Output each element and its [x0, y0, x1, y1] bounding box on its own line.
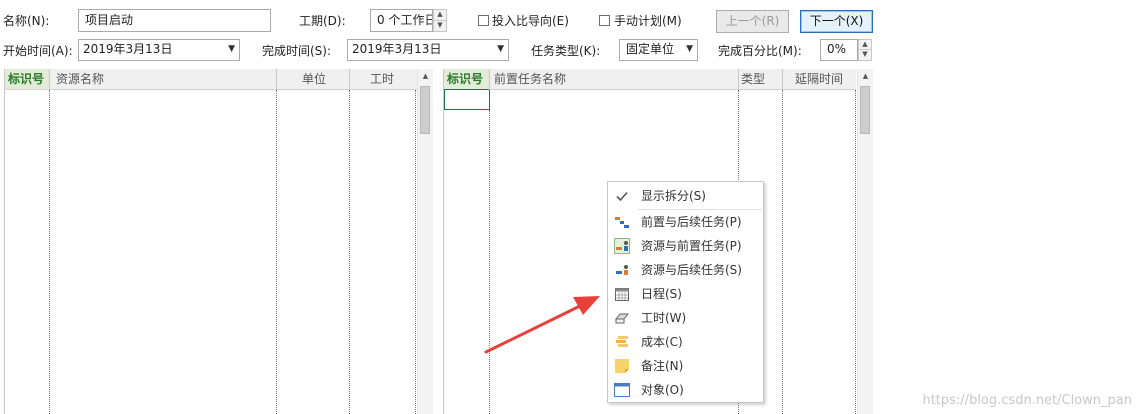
work-icon	[614, 313, 630, 324]
resources-predecessors-icon	[614, 238, 630, 254]
menu-item-work[interactable]: 工时(W)	[609, 306, 762, 330]
annotation-arrow	[484, 296, 600, 354]
predecessors-successors-icon	[615, 217, 629, 228]
menu-item-show-split[interactable]: 显示拆分(S)	[609, 184, 762, 208]
menu-item-notes[interactable]: 备注(N)	[609, 354, 762, 378]
resources-successors-icon	[616, 265, 628, 275]
menu-item-resources-predecessors[interactable]: 资源与前置任务(P)	[609, 234, 762, 258]
notes-icon	[615, 359, 629, 373]
menu-item-label: 资源与后续任务(S)	[641, 263, 742, 277]
menu-item-label: 工时(W)	[641, 311, 687, 325]
watermark: https://blog.csdn.net/Clown_pan	[922, 393, 1132, 408]
check-icon	[616, 191, 628, 202]
menu-item-schedule[interactable]: 日程(S)	[609, 282, 762, 306]
menu-item-label: 资源与前置任务(P)	[641, 239, 742, 253]
schedule-icon	[615, 288, 629, 301]
menu-item-label: 显示拆分(S)	[641, 189, 706, 203]
menu-item-label: 前置与后续任务(P)	[641, 215, 742, 229]
menu-item-label: 备注(N)	[641, 359, 684, 373]
cost-icon	[616, 336, 628, 347]
menu-item-predecessors-successors[interactable]: 前置与后续任务(P)	[609, 210, 762, 234]
menu-item-label: 日程(S)	[641, 287, 682, 301]
context-menu: 显示拆分(S) 前置与后续任务(P) 资源与前置任务(P) 资源与后续任务(S)	[607, 181, 764, 403]
objects-icon	[614, 383, 630, 397]
menu-item-cost[interactable]: 成本(C)	[609, 330, 762, 354]
menu-item-label: 成本(C)	[641, 335, 683, 349]
menu-item-objects[interactable]: 对象(O)	[609, 378, 762, 402]
menu-item-resources-successors[interactable]: 资源与后续任务(S)	[609, 258, 762, 282]
menu-item-label: 对象(O)	[641, 383, 684, 397]
